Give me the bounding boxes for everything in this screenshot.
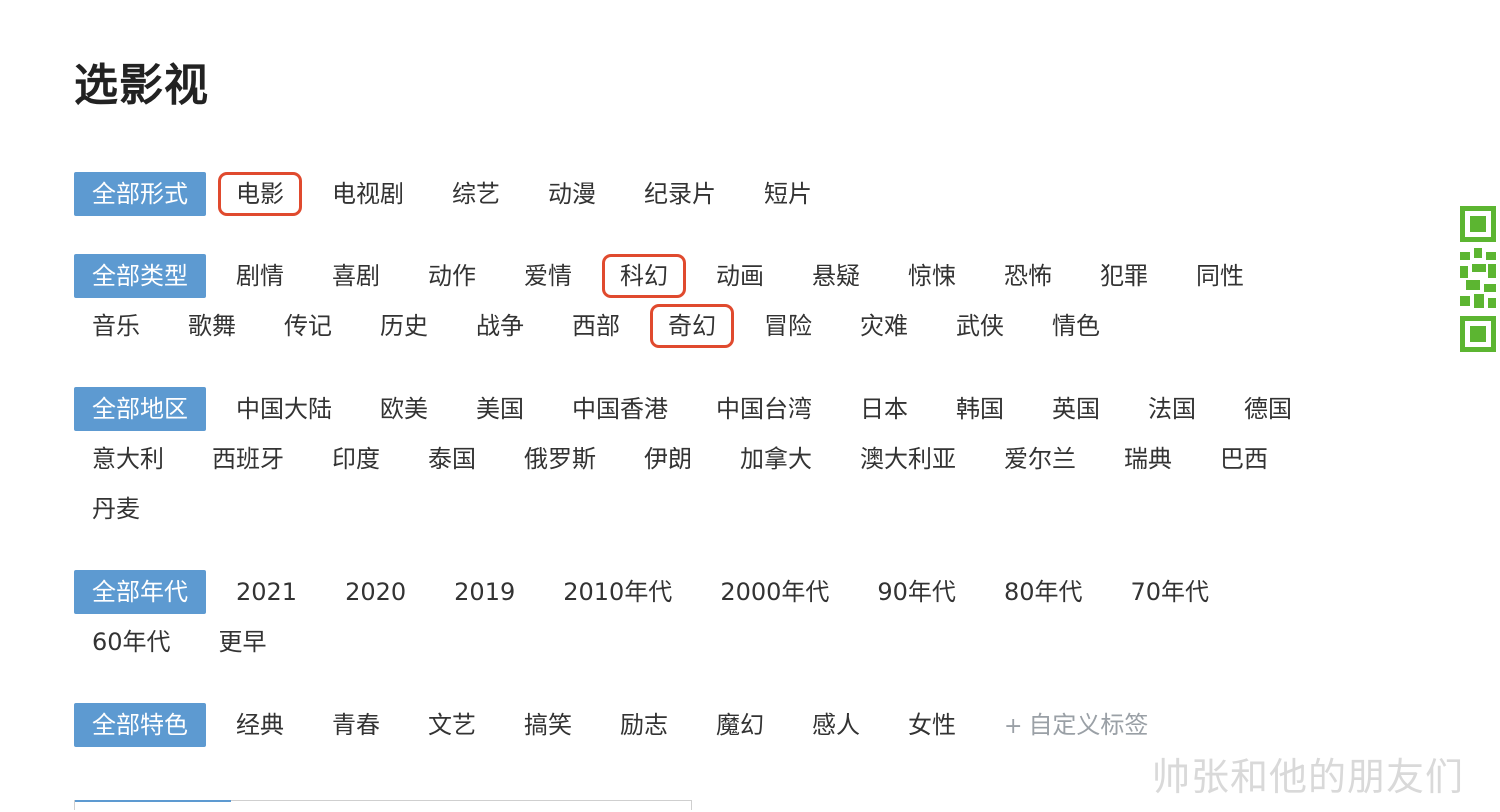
filter-option-decade[interactable]: 2000年代 [702, 570, 847, 614]
filter-option-genre[interactable]: 犯罪 [1082, 254, 1166, 298]
filter-option-genre[interactable]: 同性 [1178, 254, 1262, 298]
filter-row-feature: 全部特色 经典 青春 文艺 搞笑 励志 魔幻 感人 女性 + 自定义标签 [74, 703, 1354, 747]
filter-option-feature[interactable]: 经典 [218, 703, 302, 747]
filter-option-region[interactable]: 伊朗 [626, 437, 710, 481]
filter-option-feature[interactable]: 励志 [602, 703, 686, 747]
qr-code-icon[interactable] [1458, 204, 1498, 354]
filter-option-genre[interactable]: 奇幻 [650, 304, 734, 348]
filter-option-region[interactable]: 中国台湾 [698, 387, 830, 431]
filter-all-feature[interactable]: 全部特色 [74, 703, 206, 747]
filter-option-feature[interactable]: 感人 [794, 703, 878, 747]
filter-option-format[interactable]: 短片 [746, 172, 830, 216]
filter-option-genre[interactable]: 历史 [362, 304, 446, 348]
bottom-tab-active[interactable] [75, 800, 231, 812]
filter-option-decade[interactable]: 60年代 [74, 620, 189, 664]
filter-option-genre[interactable]: 音乐 [74, 304, 158, 348]
filter-option-region[interactable]: 丹麦 [74, 487, 158, 531]
filter-option-region[interactable]: 日本 [842, 387, 926, 431]
filter-option-region[interactable]: 韩国 [938, 387, 1022, 431]
filter-option-region[interactable]: 德国 [1226, 387, 1310, 431]
filter-option-format[interactable]: 电视剧 [314, 172, 422, 216]
filter-option-decade[interactable]: 70年代 [1112, 570, 1227, 614]
watermark-text: 帅张和他的朋友们 [1152, 755, 1465, 799]
filter-row-decade: 全部年代 2021 2020 2019 2010年代 2000年代 90年代 80年代 70年代… [74, 570, 1354, 664]
filter-all-decade[interactable]: 全部年代 [74, 570, 206, 614]
filter-option-genre[interactable]: 战争 [458, 304, 542, 348]
filter-option-genre[interactable]: 科幻 [602, 254, 686, 298]
filter-option-region[interactable]: 美国 [458, 387, 542, 431]
filter-option-feature[interactable]: 女性 [890, 703, 974, 747]
filter-option-format[interactable]: 综艺 [434, 172, 518, 216]
filter-option-genre[interactable]: 悬疑 [794, 254, 878, 298]
filter-option-region[interactable]: 瑞典 [1106, 437, 1190, 481]
filter-option-genre[interactable]: 惊悚 [890, 254, 974, 298]
filter-option-genre[interactable]: 武侠 [938, 304, 1022, 348]
filter-option-region[interactable]: 印度 [314, 437, 398, 481]
filter-option-region[interactable]: 巴西 [1202, 437, 1286, 481]
filter-option-region[interactable]: 澳大利亚 [842, 437, 974, 481]
plus-icon: + [1004, 714, 1023, 739]
filter-option-genre[interactable]: 动画 [698, 254, 782, 298]
filter-option-genre[interactable]: 西部 [554, 304, 638, 348]
add-custom-tag-button[interactable]: + 自定义标签 [986, 703, 1166, 747]
filter-option-region[interactable]: 中国大陆 [218, 387, 350, 431]
filter-option-decade[interactable]: 更早 [201, 620, 285, 664]
page-title: 选影视 [74, 60, 209, 111]
filter-option-region[interactable]: 中国香港 [554, 387, 686, 431]
filter-option-region[interactable]: 泰国 [410, 437, 494, 481]
filter-option-region[interactable]: 爱尔兰 [986, 437, 1094, 481]
filter-option-decade[interactable]: 2020 [327, 570, 424, 614]
filter-option-genre[interactable]: 歌舞 [170, 304, 254, 348]
filter-option-format[interactable]: 纪录片 [626, 172, 734, 216]
filter-option-region[interactable]: 意大利 [74, 437, 182, 481]
filter-option-format[interactable]: 电影 [218, 172, 302, 216]
filter-option-genre[interactable]: 恐怖 [986, 254, 1070, 298]
filter-option-genre[interactable]: 传记 [266, 304, 350, 348]
filter-option-region[interactable]: 英国 [1034, 387, 1118, 431]
filter-option-feature[interactable]: 魔幻 [698, 703, 782, 747]
filter-option-region[interactable]: 欧美 [362, 387, 446, 431]
filter-option-feature[interactable]: 搞笑 [506, 703, 590, 747]
custom-tag-label: 自定义标签 [1028, 711, 1149, 739]
filter-option-genre[interactable]: 情色 [1034, 304, 1118, 348]
filter-option-decade[interactable]: 2019 [436, 570, 533, 614]
filter-option-region[interactable]: 加拿大 [722, 437, 830, 481]
filter-row-format: 全部形式 电影 电视剧 综艺 动漫 纪录片 短片 [74, 172, 1354, 216]
filter-option-region[interactable]: 法国 [1130, 387, 1214, 431]
filter-option-decade[interactable]: 80年代 [986, 570, 1101, 614]
filter-option-genre[interactable]: 灾难 [842, 304, 926, 348]
filter-option-genre[interactable]: 冒险 [746, 304, 830, 348]
filter-option-feature[interactable]: 文艺 [410, 703, 494, 747]
filter-option-region[interactable]: 俄罗斯 [506, 437, 614, 481]
filter-option-decade[interactable]: 90年代 [859, 570, 974, 614]
filter-all-format[interactable]: 全部形式 [74, 172, 206, 216]
filter-option-decade[interactable]: 2021 [218, 570, 315, 614]
filter-all-genre[interactable]: 全部类型 [74, 254, 206, 298]
filter-option-genre[interactable]: 爱情 [506, 254, 590, 298]
bottom-tab-strip[interactable] [74, 800, 692, 810]
filter-option-genre[interactable]: 动作 [410, 254, 494, 298]
filter-option-genre[interactable]: 喜剧 [314, 254, 398, 298]
filter-row-region: 全部地区 中国大陆 欧美 美国 中国香港 中国台湾 日本 韩国 英国 法国 德国意大利 西班牙 印度 泰国… [74, 387, 1354, 531]
filter-all-region[interactable]: 全部地区 [74, 387, 206, 431]
filter-option-decade[interactable]: 2010年代 [545, 570, 690, 614]
filter-option-region[interactable]: 西班牙 [194, 437, 302, 481]
filter-option-genre[interactable]: 剧情 [218, 254, 302, 298]
filter-option-feature[interactable]: 青春 [314, 703, 398, 747]
filter-option-format[interactable]: 动漫 [530, 172, 614, 216]
filter-row-genre: 全部类型 剧情 喜剧 动作 爱情 科幻 动画 悬疑 惊悚 恐怖 犯罪 同性音乐 歌舞 传记 历史 战争 西部 奇幻… [74, 254, 1354, 348]
